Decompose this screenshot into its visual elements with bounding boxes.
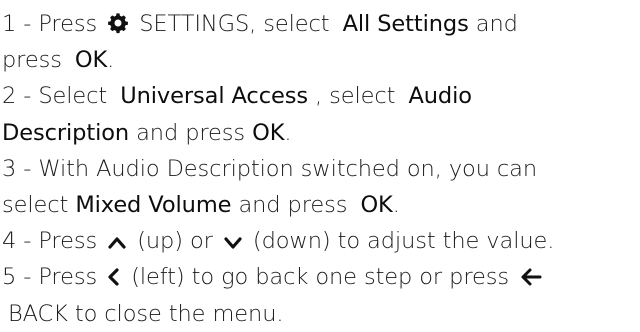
step-4-up: (up) or [137, 228, 213, 255]
step-3-end: . [392, 191, 400, 218]
step-3-select: select [2, 191, 69, 218]
step-1-settings-text: SETTINGS, select [139, 11, 330, 37]
step-2-line-2: Description and press OK. [2, 115, 638, 151]
step-2-audio: Audio [408, 83, 472, 110]
step-2-ok: OK [252, 119, 285, 146]
step-2-universal-access: Universal Access [120, 83, 308, 110]
step-1-press-2: press [2, 47, 62, 74]
step-2-line-1: 2 - Select Universal Access , select Aud… [2, 78, 638, 114]
step-2-select-2: , select [315, 83, 396, 110]
step-1-press: Press [38, 11, 98, 37]
step-2-number: 2 - [2, 83, 39, 110]
step-4-press: Press [38, 228, 98, 255]
step-5-press: Press [38, 264, 98, 291]
step-5-line-2: BACK to close the menu. [2, 296, 638, 332]
instructions-document: 1 - Press SETTINGS, select All Settings … [2, 6, 638, 332]
step-1-line-1: 1 - Press SETTINGS, select All Settings … [2, 6, 638, 42]
step-1-number: 1 - [2, 11, 39, 37]
step-4-down: (down) to adjust the value. [252, 228, 555, 255]
step-2-description: Description [2, 119, 130, 146]
step-5-left: (left) to go back one step or press [131, 264, 509, 291]
step-3-mixed-volume: Mixed Volume [75, 191, 232, 218]
step-1-ok: OK [74, 47, 108, 74]
step-3-with: With Audio Description switched on, you … [38, 155, 538, 182]
gear-icon [107, 12, 129, 34]
step-3-ok: OK [360, 191, 393, 218]
chevron-left-icon [107, 267, 121, 287]
step-5-number: 5 - [2, 264, 39, 291]
step-3-line-1: 3 - With Audio Description switched on, … [2, 151, 638, 187]
step-2-end: . [284, 119, 292, 146]
step-1-and: and [475, 11, 518, 37]
step-3-line-2: select Mixed Volume and press OK. [2, 187, 638, 223]
step-4-line: 4 - Press (up) or (down) to adjust the v… [2, 223, 638, 259]
step-2-select: Select [38, 83, 108, 110]
step-3-number: 3 - [2, 155, 39, 182]
step-4-number: 4 - [2, 228, 39, 255]
chevron-up-icon [107, 233, 127, 251]
arrow-left-icon [519, 267, 543, 287]
chevron-down-icon [223, 233, 243, 251]
step-1-line-2: press OK. [2, 42, 638, 78]
step-1-all-settings: All Settings [342, 11, 469, 37]
step-1-end: . [107, 47, 115, 74]
step-2-and-press: and press [136, 119, 246, 146]
step-3-and-press: and press [238, 191, 348, 218]
step-5-line-1: 5 - Press (left) to go back one step or … [2, 259, 638, 295]
step-5-back: BACK to close the menu. [8, 300, 284, 327]
